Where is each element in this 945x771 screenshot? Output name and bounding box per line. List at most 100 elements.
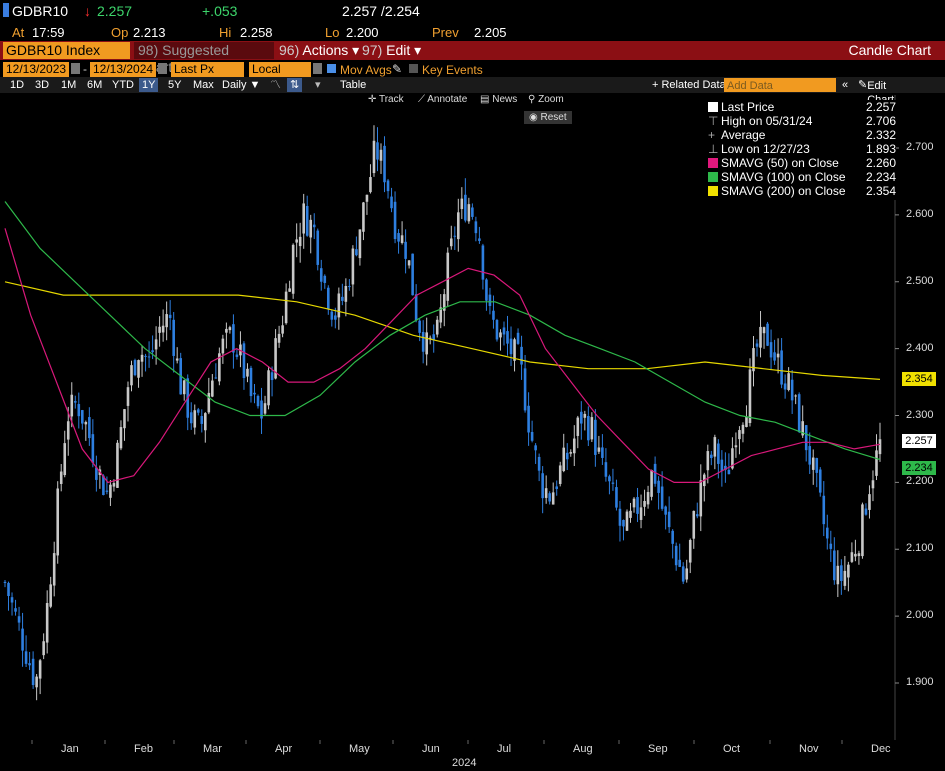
candle-body	[28, 663, 31, 666]
actions-number: 96)	[279, 42, 300, 58]
related-data-button[interactable]: + Related Data	[652, 78, 726, 92]
candle-body	[372, 140, 376, 174]
actions-button[interactable]: 96) Actions ▾	[279, 42, 359, 59]
candle-body	[615, 487, 618, 508]
calendar-icon[interactable]	[158, 63, 167, 74]
legend-value: 2.257	[865, 100, 896, 114]
period-1d[interactable]: 1D	[10, 78, 24, 92]
candle-body	[77, 404, 81, 417]
candle-body	[235, 354, 239, 357]
candle-body	[780, 350, 783, 385]
last-price: 2.257	[97, 3, 133, 19]
table-button[interactable]: Table	[340, 78, 366, 92]
candle-body	[376, 142, 379, 160]
track-tool[interactable]: ✛ Track	[368, 94, 404, 105]
legend-value: 1.893	[865, 142, 896, 156]
checkbox-mov-avgs[interactable]	[327, 64, 336, 73]
y-tick-label: 2.400	[906, 341, 934, 354]
candle-body	[625, 511, 629, 531]
x-tick-label: Feb	[134, 743, 153, 755]
period-1y[interactable]: 1Y	[139, 78, 159, 92]
suggested-charts-button[interactable]: 98) Suggested Charts ▾	[134, 42, 274, 75]
candle-body	[565, 452, 569, 460]
chevron-down-icon[interactable]: ▾	[315, 78, 321, 92]
key-events-label[interactable]: Key Events	[422, 63, 483, 77]
candle-body	[348, 286, 351, 288]
period-5y[interactable]: 5Y	[168, 78, 181, 92]
news-tool[interactable]: ▤ News	[480, 94, 517, 105]
candle-body	[551, 492, 555, 505]
pencil-icon[interactable]: ✎	[392, 62, 402, 76]
security-field[interactable]: GDBR10 Index	[3, 42, 130, 59]
candle-body	[165, 314, 168, 328]
candle-body	[776, 353, 780, 358]
period-ytd[interactable]: YTD	[112, 78, 134, 92]
collapse-icon[interactable]: «	[842, 78, 848, 92]
edit-button[interactable]: 97) Edit ▾	[362, 42, 421, 59]
y-tick-label: 2.500	[906, 274, 934, 287]
quote-header: GDBR10 ↓ 2.257 +.053 2.257 /2.254	[0, 0, 945, 24]
down-arrow-icon: ↓	[84, 3, 91, 19]
track-label: Track	[378, 94, 404, 105]
candle-body	[657, 480, 660, 493]
candle-chart-icon[interactable]: ⇅	[287, 78, 303, 92]
x-tick-label: Mar	[203, 743, 222, 755]
candle-body	[161, 325, 165, 333]
calendar-icon[interactable]	[71, 63, 80, 74]
field-select[interactable]: Last Px	[171, 62, 244, 77]
chevron-down-icon[interactable]	[313, 63, 322, 74]
edit-label: Edit ▾	[386, 42, 422, 58]
period-3d[interactable]: 3D	[35, 78, 49, 92]
candle-body	[449, 238, 453, 247]
start-date-field[interactable]: 12/13/2023	[3, 62, 69, 77]
candle-body	[797, 394, 801, 432]
period-1m[interactable]: 1M	[61, 78, 76, 92]
frequency-select[interactable]: Daily ▼	[222, 78, 260, 92]
zoom-tool[interactable]: ⚲ Zoom	[528, 94, 564, 105]
candle-body	[755, 343, 759, 347]
candle-body	[639, 507, 643, 520]
candle-body	[63, 443, 67, 476]
chart-type-label[interactable]: Candle Chart	[849, 42, 932, 59]
mov-avgs-label[interactable]: Mov Avgs	[340, 63, 392, 77]
annotate-tool[interactable]: ⟋ Annotate	[418, 94, 467, 105]
candle-body	[815, 458, 819, 473]
candle-body	[52, 553, 56, 586]
checkbox-key-events[interactable]	[409, 64, 418, 73]
candle-body	[457, 212, 460, 240]
candle-body	[499, 332, 502, 338]
legend-low: ⊥ Low on 12/27/23 1.893	[708, 142, 896, 156]
currency-select[interactable]: Local CCY	[249, 62, 311, 91]
candle-body	[481, 245, 485, 280]
candle-body	[397, 233, 400, 242]
candle-body	[175, 358, 179, 361]
candle-body	[727, 469, 731, 475]
candle-body	[172, 319, 175, 356]
candle-body	[302, 203, 305, 234]
candle-body	[485, 279, 488, 301]
period-6m[interactable]: 6M	[87, 78, 102, 92]
period-max[interactable]: Max	[193, 78, 214, 92]
candle-body	[116, 442, 119, 488]
add-data-input[interactable]: Add Data	[724, 78, 836, 92]
line-chart-icon[interactable]: 〽	[270, 78, 281, 92]
reset-button[interactable]: ◉ Reset	[524, 111, 572, 124]
candle-body	[671, 530, 674, 544]
candle-body	[263, 403, 267, 414]
news-label: News	[492, 94, 518, 105]
candle-body	[24, 651, 28, 664]
candle-body	[667, 511, 671, 528]
x-tick-label: Jul	[497, 743, 512, 755]
legend-value: 2.234	[865, 170, 896, 184]
candle-body	[295, 239, 298, 243]
candle-body	[590, 417, 594, 440]
candle-body	[745, 416, 748, 427]
candle-body	[629, 510, 632, 518]
x-tick-label: Jan	[61, 743, 79, 755]
candle-body	[467, 204, 471, 222]
candle-body	[45, 603, 49, 643]
edit-chart-button[interactable]: ✎ Edit Chart	[858, 78, 894, 106]
candle-body	[506, 331, 509, 344]
candle-body	[17, 616, 21, 623]
end-date-field[interactable]: 12/13/2024	[90, 62, 156, 77]
